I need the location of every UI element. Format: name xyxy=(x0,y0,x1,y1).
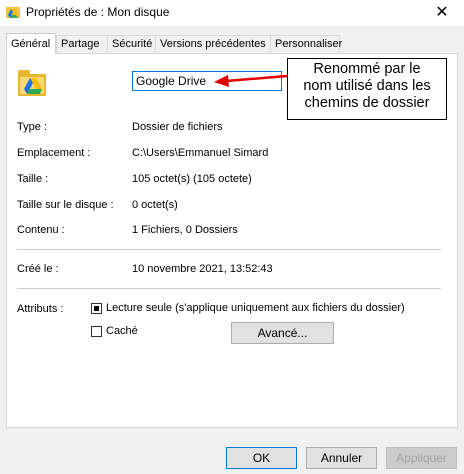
apply-button[interactable]: Appliquer xyxy=(386,447,457,469)
close-icon[interactable]: ✕ xyxy=(430,1,454,23)
contents-value: 1 Fichiers, 0 Dossiers xyxy=(132,224,238,236)
attributes-label: Attributs : xyxy=(17,303,64,315)
readonly-label: Lecture seule (s'applique uniquement aux… xyxy=(106,302,405,314)
type-label: Type : xyxy=(17,121,47,133)
title-bar: Propriétés de : Mon disque ✕ xyxy=(0,0,464,26)
hidden-label: Caché xyxy=(106,325,138,337)
tab-general[interactable]: Général xyxy=(6,33,56,54)
tab-previous-versions[interactable]: Versions précédentes xyxy=(155,35,271,53)
tab-sharing[interactable]: Partage xyxy=(56,35,108,53)
divider xyxy=(17,288,441,289)
location-value: C:\Users\Emmanuel Simard xyxy=(132,147,269,159)
divider xyxy=(17,249,441,250)
cancel-button[interactable]: Annuler xyxy=(306,447,377,469)
size-on-disk-label: Taille sur le disque : xyxy=(17,199,114,211)
annotation-callout: Renommé par le nom utilisé dans les chem… xyxy=(287,58,447,120)
size-label: Taille : xyxy=(17,173,49,185)
google-drive-folder-icon xyxy=(6,5,20,19)
readonly-checkbox[interactable] xyxy=(91,303,102,314)
tab-customize[interactable]: Personnaliser xyxy=(270,35,342,53)
hidden-checkbox[interactable] xyxy=(91,326,102,337)
location-label: Emplacement : xyxy=(17,147,91,159)
contents-label: Contenu : xyxy=(17,224,65,236)
arrow-icon xyxy=(212,72,288,93)
created-value: 10 novembre 2021, 13:52:43 xyxy=(132,263,273,275)
ok-button[interactable]: OK xyxy=(226,447,297,469)
size-value: 105 octet(s) (105 octete) xyxy=(132,173,252,185)
tab-security[interactable]: Sécurité xyxy=(107,35,156,53)
window-title: Propriétés de : Mon disque xyxy=(26,5,170,19)
google-drive-folder-icon xyxy=(17,66,49,98)
type-value: Dossier de fichiers xyxy=(132,121,223,133)
advanced-button[interactable]: Avancé... xyxy=(231,322,334,344)
size-on-disk-value: 0 octet(s) xyxy=(132,199,178,211)
created-label: Créé le : xyxy=(17,263,59,275)
